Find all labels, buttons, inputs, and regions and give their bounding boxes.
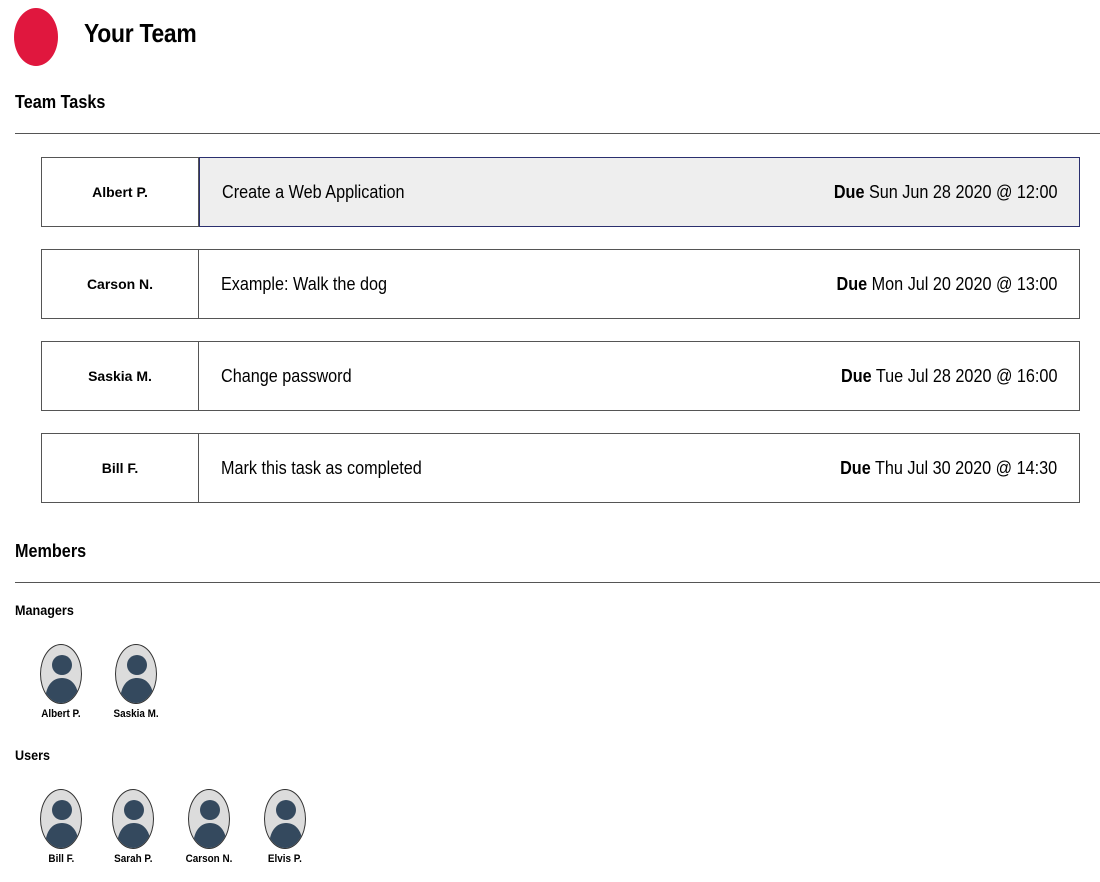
task-list: Albert P. Create a Web Application Due S… — [41, 157, 1080, 525]
task-row[interactable]: Saskia M. Change password Due Tue Jul 28… — [41, 341, 1080, 411]
due-date: Sun Jun 28 2020 @ 12:00 — [868, 181, 1057, 202]
user-silhouette-icon — [269, 800, 303, 848]
task-due: Due Mon Jul 20 2020 @ 13:00 — [836, 274, 1057, 295]
task-owner: Albert P. — [42, 158, 199, 226]
member-name: Carson N. — [185, 853, 233, 865]
member-card[interactable]: Bill F. — [28, 789, 94, 865]
task-body[interactable]: Example: Walk the dog Due Mon Jul 20 202… — [199, 250, 1079, 318]
task-row[interactable]: Albert P. Create a Web Application Due S… — [41, 157, 1080, 227]
avatar[interactable] — [40, 789, 82, 849]
task-due: Due Tue Jul 28 2020 @ 16:00 — [841, 366, 1057, 387]
member-name: Sarah P. — [113, 853, 153, 865]
task-owner: Saskia M. — [42, 342, 199, 410]
member-name: Elvis P. — [268, 853, 302, 865]
member-card[interactable]: Sarah P. — [94, 789, 172, 865]
page-title: Your Team — [84, 18, 197, 48]
task-due: Due Thu Jul 30 2020 @ 14:30 — [840, 458, 1057, 479]
task-body[interactable]: Change password Due Tue Jul 28 2020 @ 16… — [199, 342, 1079, 410]
divider — [15, 582, 1100, 583]
task-name: Example: Walk the dog — [221, 273, 387, 294]
task-name: Mark this task as completed — [221, 457, 422, 478]
task-owner: Bill F. — [42, 434, 199, 502]
member-card[interactable]: Albert P. — [28, 644, 94, 720]
avatar[interactable] — [115, 644, 157, 704]
managers-list: Albert P. Saskia M. — [28, 644, 178, 720]
user-silhouette-icon — [120, 655, 154, 703]
due-label: Due — [839, 457, 871, 478]
task-body[interactable]: Create a Web Application Due Sun Jun 28 … — [199, 157, 1080, 227]
due-date: Mon Jul 20 2020 @ 13:00 — [871, 273, 1057, 294]
avatar[interactable] — [40, 644, 82, 704]
task-body[interactable]: Mark this task as completed Due Thu Jul … — [199, 434, 1079, 502]
users-label: Users — [15, 747, 51, 763]
avatar[interactable] — [112, 789, 154, 849]
due-date: Tue Jul 28 2020 @ 16:00 — [875, 365, 1057, 386]
due-label: Due — [840, 365, 872, 386]
user-silhouette-icon — [45, 800, 79, 848]
managers-label: Managers — [15, 602, 74, 618]
divider — [15, 133, 1100, 134]
member-card[interactable]: Carson N. — [172, 789, 246, 865]
members-heading: Members — [15, 541, 87, 561]
task-row[interactable]: Bill F. Mark this task as completed Due … — [41, 433, 1080, 503]
task-due: Due Sun Jun 28 2020 @ 12:00 — [833, 182, 1057, 203]
user-silhouette-icon — [45, 655, 79, 703]
users-list: Bill F. Sarah P. Carson N. Elvis P. — [28, 789, 324, 865]
user-silhouette-icon — [117, 800, 151, 848]
task-name: Change password — [221, 365, 352, 386]
member-card[interactable]: Saskia M. — [94, 644, 178, 720]
task-owner: Carson N. — [42, 250, 199, 318]
task-row[interactable]: Carson N. Example: Walk the dog Due Mon … — [41, 249, 1080, 319]
avatar[interactable] — [264, 789, 306, 849]
member-card[interactable]: Elvis P. — [246, 789, 324, 865]
member-name: Saskia M. — [113, 708, 159, 720]
task-name: Create a Web Application — [222, 181, 405, 202]
team-tasks-heading: Team Tasks — [15, 92, 106, 112]
member-name: Bill F. — [48, 853, 74, 865]
due-date: Thu Jul 30 2020 @ 14:30 — [874, 457, 1057, 478]
user-silhouette-icon — [193, 800, 227, 848]
avatar[interactable] — [188, 789, 230, 849]
due-label: Due — [836, 273, 867, 294]
due-label: Due — [833, 181, 864, 202]
member-name: Albert P. — [41, 708, 81, 720]
team-logo — [14, 8, 58, 66]
